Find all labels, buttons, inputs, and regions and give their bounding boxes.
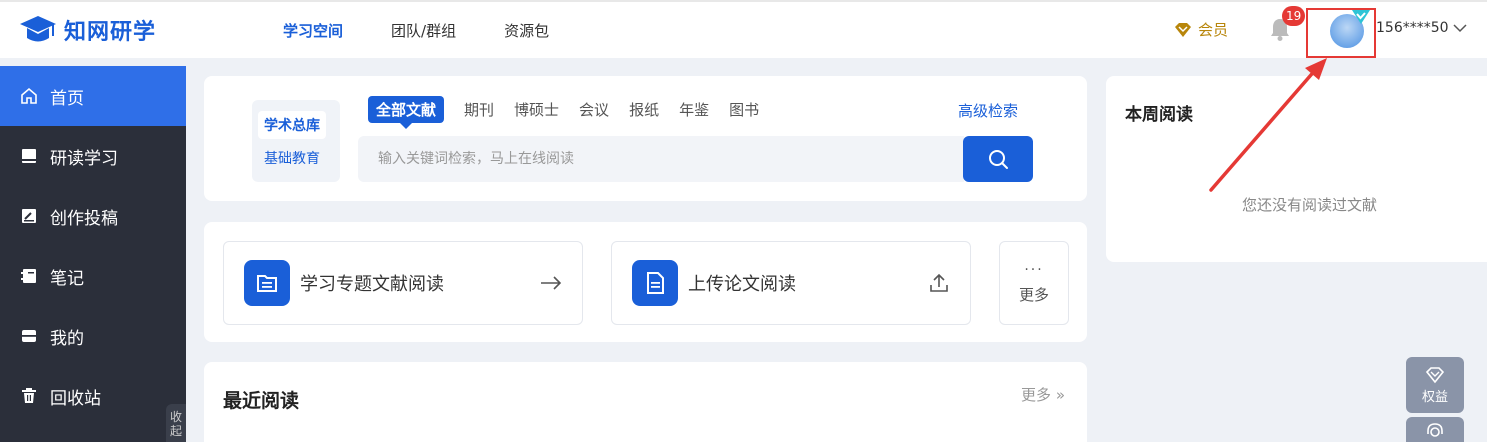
quick-actions-card: 学习专题文献阅读 上传论文阅读 ··· 更多 [204,222,1087,342]
topic-reading-button[interactable]: 学习专题文献阅读 [223,241,583,325]
doc-tab-books[interactable]: 图书 [729,99,759,120]
recent-more-link[interactable]: 更多 » [1021,384,1065,405]
ellipsis-icon: ··· [1024,261,1044,278]
vip-link[interactable]: 会员 [1174,19,1228,40]
nav-study-space[interactable]: 学习空间 [283,20,343,41]
search-input[interactable] [358,136,964,182]
notification-badge: 19 [1282,6,1306,26]
quick-action-label: 上传论文阅读 [688,274,796,295]
doc-tab-yearbook[interactable]: 年鉴 [679,99,709,120]
doc-type-tabs: 全部文献 期刊 博硕士 会议 报纸 年鉴 图书 [368,96,779,129]
book-icon [22,149,36,163]
search-icon [989,150,1008,169]
sidebar-item-label: 创作投稿 [50,208,118,229]
doc-tab-journal[interactable]: 期刊 [464,99,494,120]
edit-icon [22,209,36,223]
document-icon [632,260,678,306]
home-icon [21,87,37,104]
more-label: 更多 [1018,285,1049,304]
verified-badge-icon [1352,10,1370,24]
benefits-float-button[interactable]: 权益 [1406,357,1464,413]
sidebar: 首页 研读学习 创作投稿 笔记 我的 回收站 [0,66,186,442]
sidebar-item-study[interactable]: 研读学习 [0,126,186,186]
vip-label: 会员 [1198,21,1229,39]
upload-icon [930,273,948,292]
list-doc-icon [244,260,290,306]
library-tab-basic-education[interactable]: 基础教育 [264,148,320,168]
advanced-search-link[interactable]: 高级检索 [958,100,1018,121]
username: 156****50 [1376,20,1449,36]
support-float-button[interactable] [1406,417,1464,442]
arrow-right-icon [541,276,562,290]
quick-action-label: 学习专题文献阅读 [300,274,444,295]
top-nav: 学习空间 团队/群组 资源包 [283,20,597,41]
logo-text: 知网研学 [64,20,157,45]
doc-tab-all[interactable]: 全部文献 [368,96,445,129]
weekly-empty-text: 您还没有阅读过文献 [1242,196,1378,214]
top-bar: 知网研学 学习空间 团队/群组 资源包 [0,0,1487,58]
weekly-reading-title: 本周阅读 [1125,105,1193,125]
recent-reading-card: 最近阅读 更多 » [204,362,1087,442]
benefits-label: 权益 [1421,389,1448,405]
sidebar-item-notes[interactable]: 笔记 [0,246,186,306]
sidebar-item-writing[interactable]: 创作投稿 [0,186,186,246]
recent-reading-title: 最近阅读 [223,390,300,412]
folder-icon [22,330,36,342]
upload-paper-button[interactable]: 上传论文阅读 [611,241,971,325]
nav-team-group[interactable]: 团队/群组 [391,20,456,41]
library-switcher: 学术总库 基础教育 [252,100,340,182]
sidebar-item-trash[interactable]: 回收站 [0,366,186,426]
diamond-icon [1175,22,1191,37]
graduation-cap-icon [20,16,56,42]
search-button[interactable] [963,136,1033,182]
headset-icon [1427,423,1443,437]
sidebar-item-mine[interactable]: 我的 [0,306,186,366]
search-card: 学术总库 基础教育 全部文献 期刊 博硕士 会议 报纸 年鉴 图书 高级检索 [204,76,1087,201]
notebook-icon [21,269,36,283]
more-actions-button[interactable]: ··· 更多 [999,241,1069,325]
library-tab-academic[interactable]: 学术总库 [258,111,326,139]
sidebar-collapse-button[interactable]: 收起 [166,404,186,442]
doc-tab-newspaper[interactable]: 报纸 [629,99,659,120]
chevron-down-icon [1453,24,1467,33]
sidebar-item-label: 首页 [50,88,84,109]
user-menu[interactable]: 156****50 [1376,20,1467,36]
doc-tab-conference[interactable]: 会议 [579,99,609,120]
sidebar-item-label: 我的 [50,328,84,349]
sidebar-item-label: 笔记 [50,268,84,289]
weekly-reading-card: 本周阅读 您还没有阅读过文献 [1106,76,1487,262]
nav-resource-pack[interactable]: 资源包 [504,20,549,41]
doc-tab-thesis[interactable]: 博硕士 [514,99,559,120]
app-logo[interactable]: 知网研学 [18,12,156,48]
sidebar-item-label: 研读学习 [50,148,118,169]
trash-icon [22,388,36,403]
sidebar-item-home[interactable]: 首页 [0,66,186,126]
sidebar-item-label: 回收站 [50,388,101,409]
diamond-outline-icon [1425,366,1445,383]
